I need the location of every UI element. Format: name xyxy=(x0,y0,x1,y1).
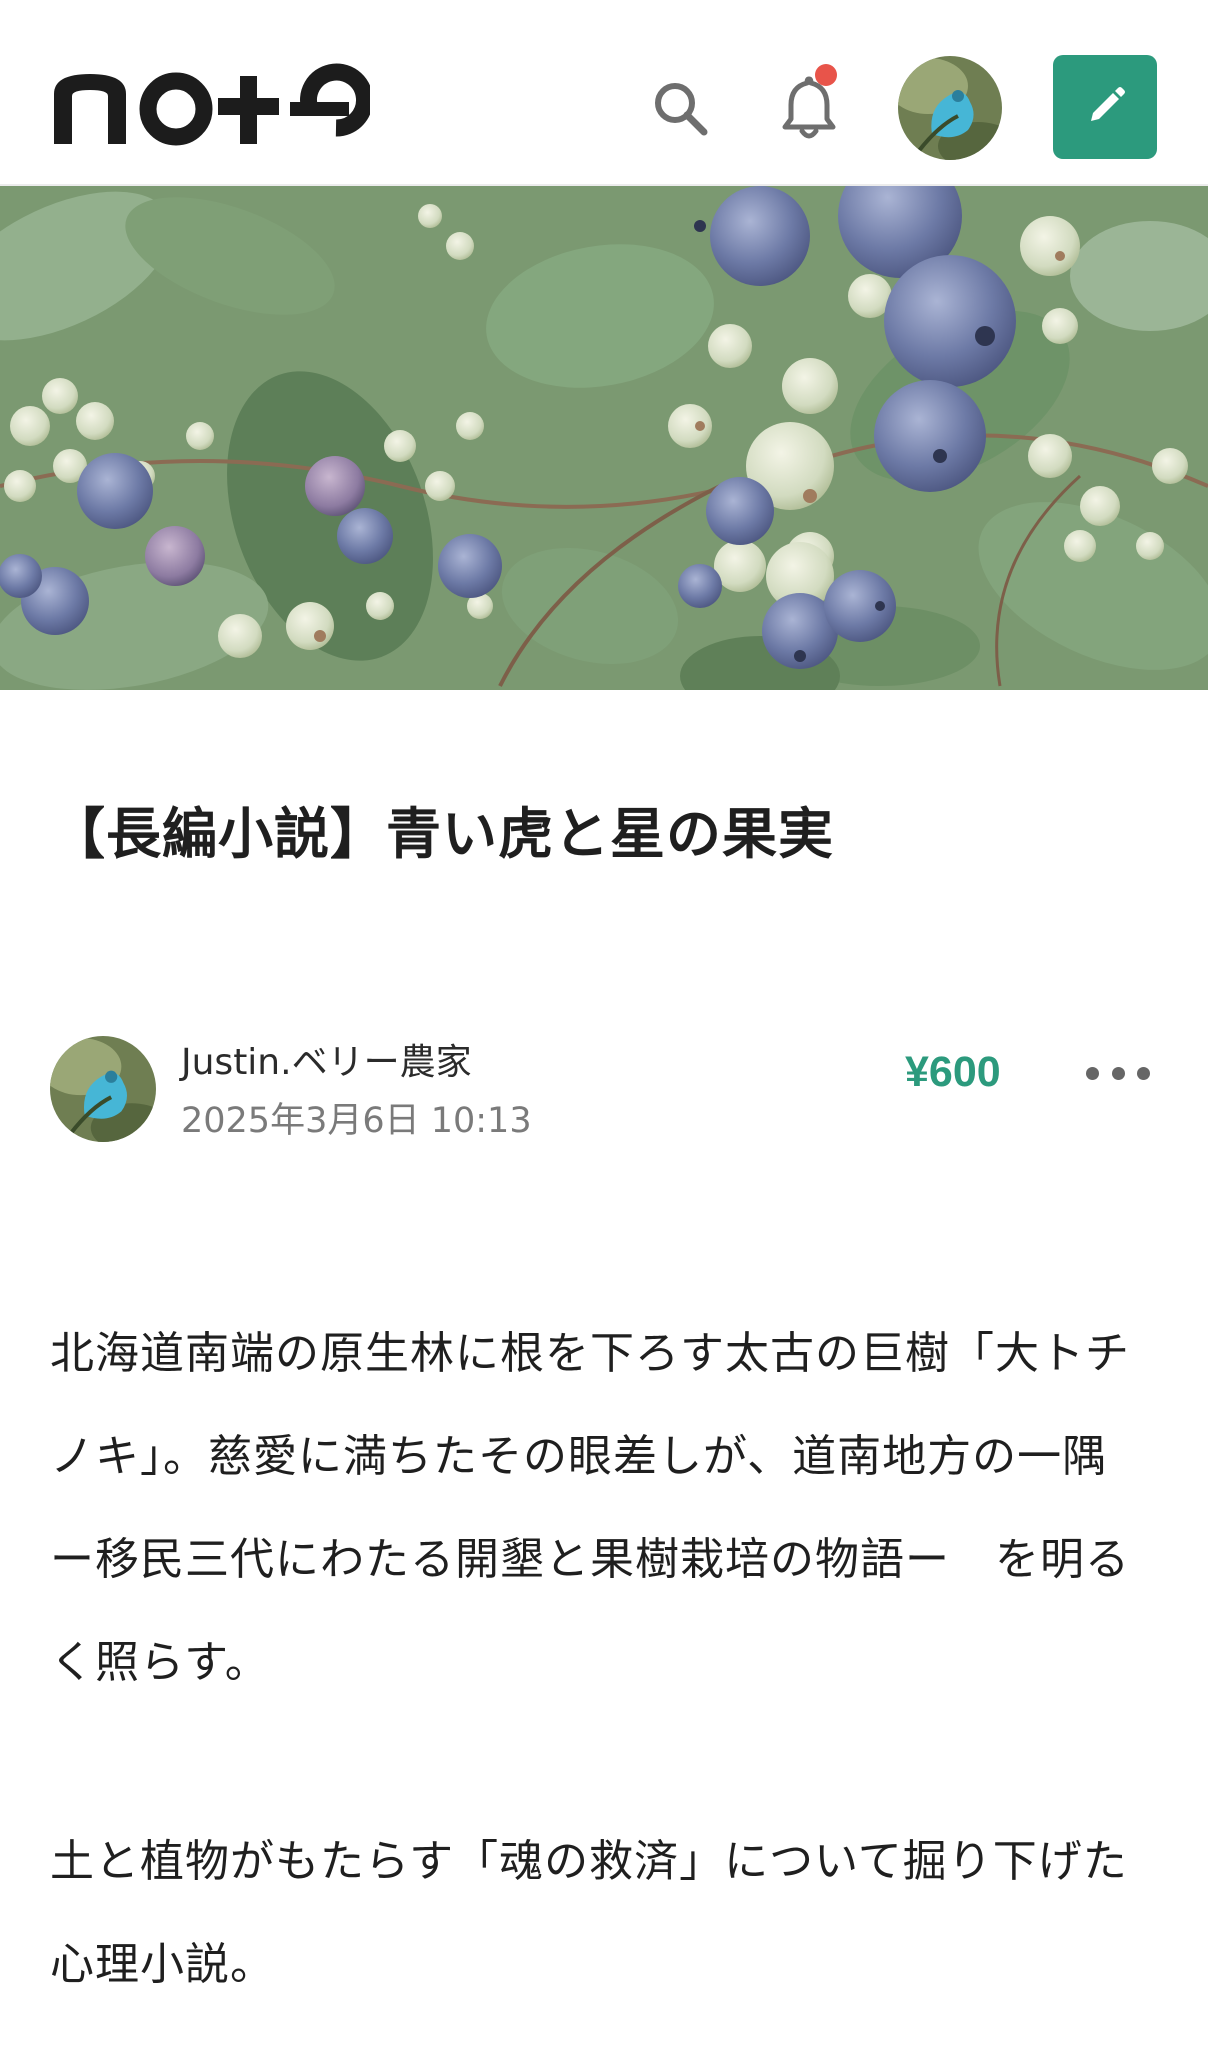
article-title: 【長編小説】青い虎と星の果実 xyxy=(50,802,835,866)
post-date: 2025年3月6日 10:13 xyxy=(181,1101,532,1141)
avatar xyxy=(898,56,1002,160)
author-avatar[interactable] xyxy=(50,1036,156,1142)
create-post-button[interactable] xyxy=(1053,55,1157,159)
user-avatar-button[interactable] xyxy=(898,56,1002,160)
more-dots-icon xyxy=(1111,1066,1125,1080)
page: note xyxy=(0,0,1208,2048)
pencil-icon xyxy=(1091,87,1125,121)
avatar xyxy=(50,1036,156,1142)
more-dots-icon xyxy=(1086,1066,1099,1080)
more-options-button[interactable] xyxy=(1086,1046,1150,1100)
article-header-image xyxy=(0,186,1208,690)
price-label: ¥600 xyxy=(905,1048,1001,1096)
note-logo[interactable]: note xyxy=(50,58,370,148)
notifications-button[interactable] xyxy=(757,56,861,160)
search-button[interactable] xyxy=(628,56,732,160)
article-paragraph: 土と植物がもたらす「魂の救済」について掘り下げた心理小説。 xyxy=(50,1836,1128,1990)
top-header: note xyxy=(0,0,1208,186)
article-paragraph: 北海道南端の原生林に根を下ろす太古の巨樹「大トチノキ」。慈愛に満ちたその眼差しが… xyxy=(50,1328,1153,1688)
blueberry-photo xyxy=(0,186,1208,690)
search-icon xyxy=(655,83,708,136)
author-name[interactable]: Justin.ベリー農家 xyxy=(181,1038,472,1088)
more-dots-icon xyxy=(1137,1066,1150,1080)
notification-badge xyxy=(815,64,837,86)
